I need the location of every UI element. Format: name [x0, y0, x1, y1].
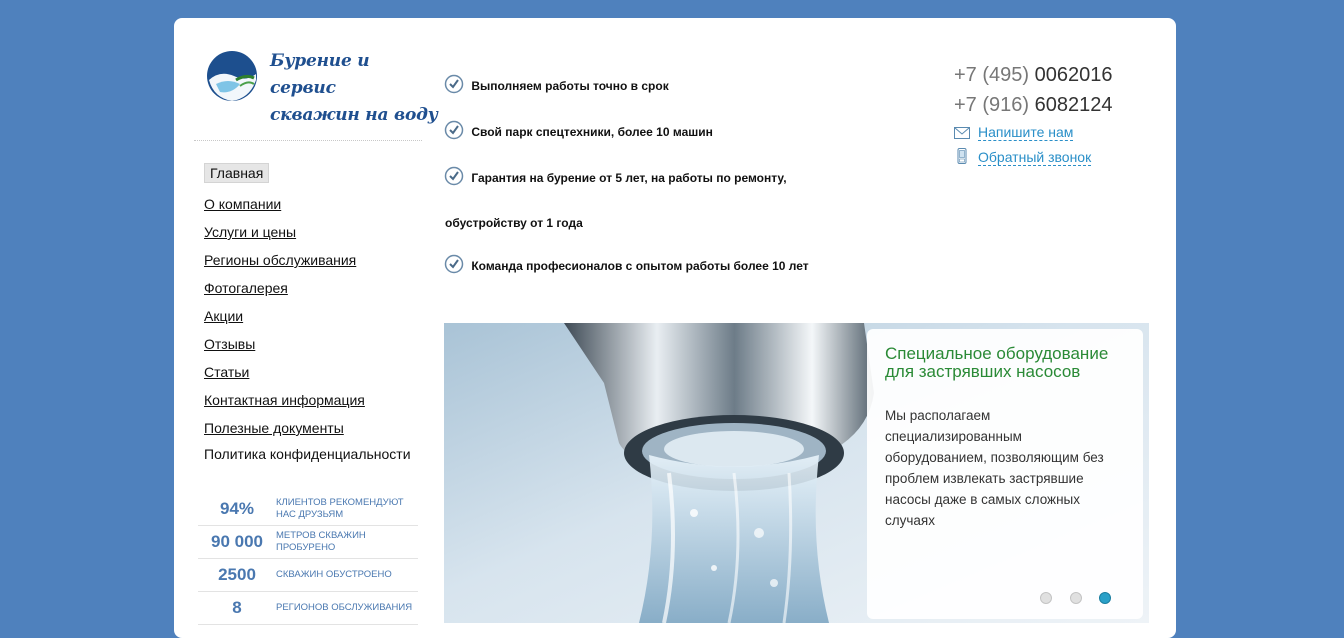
- phone-code: +7 (916): [954, 94, 1030, 116]
- logo-line-2: скважин на воду: [270, 105, 438, 125]
- slide-text: Мы располагаем специализированным оборуд…: [885, 408, 1104, 528]
- slider-dot-3[interactable]: [1099, 592, 1111, 604]
- nav-item-contacts[interactable]: Контактная информация: [204, 391, 424, 409]
- logo-divider: [194, 140, 422, 141]
- phone-number: 6082124: [1034, 94, 1113, 116]
- nav-item-services[interactable]: Услуги и цены: [204, 223, 424, 241]
- stat-row: 90 000 метров скважин пробурено: [198, 526, 418, 559]
- slide-caption-card: Специальное оборудование для застрявших …: [867, 329, 1143, 619]
- phone-1[interactable]: +7 (495) 0062016: [954, 60, 1154, 90]
- callback-link[interactable]: Обратный звонок: [954, 145, 1154, 170]
- stat-label: метров скважин пробурено: [276, 530, 366, 553]
- feature-item: Выполняем работы точно в срок: [444, 74, 669, 94]
- feature-item: Свой парк спецтехники, более 10 машин: [444, 120, 713, 140]
- phone-2[interactable]: +7 (916) 6082124: [954, 90, 1154, 120]
- nav-item-documents[interactable]: Полезные документы: [204, 419, 424, 437]
- logo-text: Бурение и сервис скважин на воду: [270, 48, 440, 129]
- callback-label[interactable]: Обратный звонок: [978, 149, 1092, 166]
- nav-item-about[interactable]: О компании: [204, 195, 424, 213]
- feature-text: Команда професионалов с опытом работы бо…: [471, 259, 809, 273]
- feature-item: Гарантия на бурение от 5 лет, на работы …: [444, 166, 787, 186]
- stat-value: 90 000: [211, 532, 263, 551]
- checkmark-icon: [444, 74, 464, 94]
- checkmark-icon: [444, 254, 464, 274]
- phone-code: +7 (495): [954, 64, 1030, 86]
- stat-label: скважин обустроено: [276, 569, 392, 580]
- feature-text: Свой парк спецтехники, более 10 машин: [471, 125, 713, 139]
- feature-item-continued: обустройству от 1 года: [445, 216, 583, 230]
- stat-row: 8 регионов обслуживания: [198, 592, 418, 625]
- contacts-block: +7 (495) 0062016 +7 (916) 6082124 Напиши…: [954, 60, 1154, 170]
- stats-panel: 94% клиентов рекомендуют нас друзьям 90 …: [198, 493, 418, 625]
- write-us-label[interactable]: Напишите нам: [978, 124, 1074, 141]
- stat-label: клиентов рекомендуют нас друзьям: [276, 497, 404, 520]
- nav-item-promotions[interactable]: Акции: [204, 307, 424, 325]
- stat-value: 2500: [218, 565, 256, 584]
- feature-text: обустройству от 1 года: [445, 216, 583, 230]
- logo-icon: [207, 51, 257, 101]
- stat-row: 2500 скважин обустроено: [198, 559, 418, 592]
- nav-item-regions[interactable]: Регионы обслуживания: [204, 251, 424, 269]
- slider-pagination: [1027, 591, 1111, 609]
- phone-icon: [957, 148, 967, 164]
- write-us-link[interactable]: Напишите нам: [954, 120, 1154, 145]
- page-container: Бурение и сервис скважин на воду Главная…: [174, 18, 1176, 638]
- main-nav: Главная О компании Услуги и цены Регионы…: [204, 163, 424, 472]
- nav-item-privacy[interactable]: Политика конфиденциальности: [204, 447, 424, 462]
- hero-slider[interactable]: Специальное оборудование для застрявших …: [444, 323, 1149, 623]
- slide-title: Специальное оборудование для застрявших …: [885, 344, 1109, 381]
- nav-item-home[interactable]: Главная: [204, 163, 270, 183]
- phone-number: 0062016: [1034, 64, 1113, 86]
- feature-item: Команда професионалов с опытом работы бо…: [444, 254, 809, 274]
- slider-dot-2[interactable]: [1069, 592, 1082, 604]
- stat-value: 94%: [219, 499, 255, 518]
- logo-line-1: Бурение и сервис: [270, 51, 370, 98]
- stat-label: регионов обслуживания: [276, 602, 413, 613]
- logo[interactable]: Бурение и сервис скважин на воду: [206, 48, 438, 125]
- stat-row: 94% клиентов рекомендуют нас друзьям: [198, 493, 418, 526]
- feature-text: Выполняем работы точно в срок: [471, 79, 669, 93]
- checkmark-icon: [444, 120, 464, 140]
- nav-item-gallery[interactable]: Фотогалерея: [204, 279, 424, 297]
- feature-text: Гарантия на бурение от 5 лет, на работы …: [471, 171, 787, 185]
- stat-value: 8: [232, 598, 242, 617]
- checkmark-icon: [444, 166, 464, 186]
- envelope-icon: [954, 127, 970, 139]
- nav-item-reviews[interactable]: Отзывы: [204, 335, 424, 353]
- nav-item-articles[interactable]: Статьи: [204, 363, 424, 381]
- slider-dot-1[interactable]: [1040, 592, 1053, 604]
